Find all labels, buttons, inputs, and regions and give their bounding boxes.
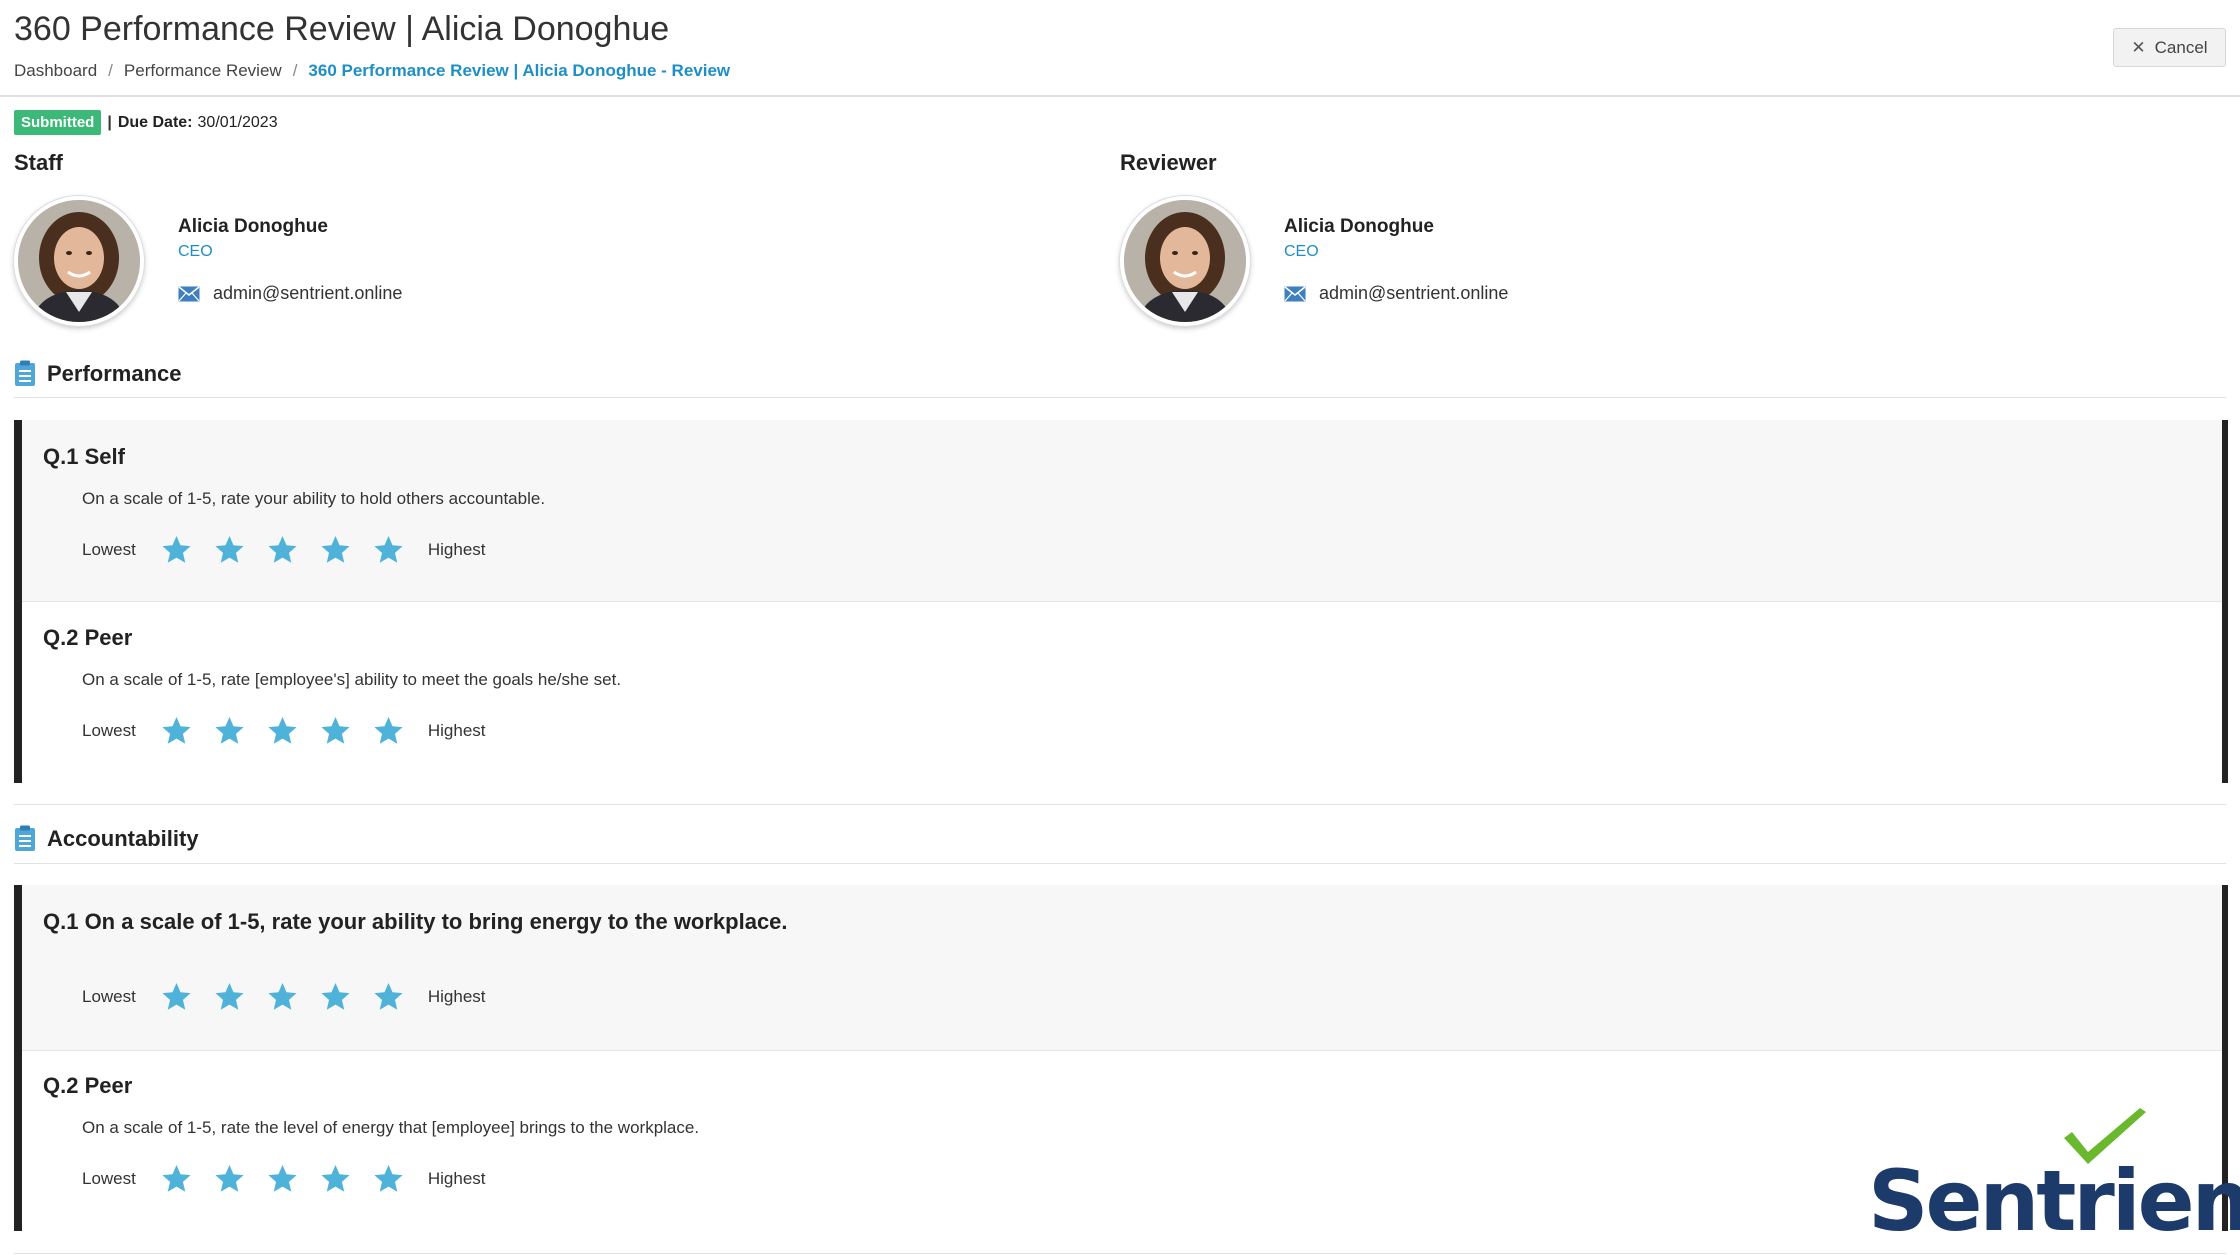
star-icon[interactable] — [373, 981, 404, 1012]
question-text: On a scale of 1-5, rate the level of ene… — [82, 1118, 700, 1137]
star-icon[interactable] — [214, 534, 245, 565]
star-icon[interactable] — [161, 715, 192, 746]
section-title-text: Accountability — [47, 825, 199, 851]
status-badge: Submitted — [14, 110, 102, 135]
star-icon[interactable] — [320, 981, 351, 1012]
star-icon[interactable] — [373, 1163, 404, 1194]
star-group — [161, 715, 404, 746]
star-icon[interactable] — [161, 981, 192, 1012]
question-card: Q.1 On a scale of 1-5, rate your ability… — [22, 885, 2222, 1050]
star-icon[interactable] — [161, 534, 192, 565]
question-title: Q.2 Peer — [43, 1073, 133, 1098]
section-performance-heading: Performance — [14, 360, 182, 387]
star-rating: Lowest Highest — [82, 715, 486, 746]
sentrient-logo: Sentrient — [1868, 1108, 2240, 1250]
clipboard-icon — [15, 825, 35, 851]
star-icon[interactable] — [320, 715, 351, 746]
reviewer-role: CEO — [1284, 243, 1319, 260]
star-icon[interactable] — [267, 715, 298, 746]
rating-low-label: Lowest — [82, 539, 136, 559]
star-icon[interactable] — [267, 981, 298, 1012]
star-icon[interactable] — [214, 981, 245, 1012]
star-group — [161, 1163, 404, 1194]
star-rating: Lowest Highest — [82, 981, 486, 1012]
star-group — [161, 534, 404, 565]
rating-high-label: Highest — [427, 986, 486, 1006]
question-title: Q.1 On a scale of 1-5, rate your ability… — [43, 909, 788, 934]
star-icon[interactable] — [214, 1163, 245, 1194]
star-rating: Lowest Highest — [82, 1163, 486, 1194]
star-icon[interactable] — [214, 715, 245, 746]
breadcrumb-separator: / — [292, 61, 298, 80]
star-icon[interactable] — [267, 534, 298, 565]
section-accountability-heading: Accountability — [14, 825, 199, 852]
page-title: 360 Performance Review | Alicia Donoghue — [14, 10, 670, 48]
question-card: Q.2 Peer On a scale of 1-5, rate [employ… — [22, 601, 2222, 783]
rating-high-label: Highest — [427, 1168, 486, 1188]
cancel-button[interactable]: ✕ Cancel — [2113, 28, 2226, 67]
question-title: Q.1 Self — [43, 444, 125, 469]
breadcrumb: Dashboard / Performance Review / 360 Perform… — [14, 61, 730, 81]
staff-heading: Staff — [14, 150, 63, 175]
breadcrumb-current: 360 Performance Review | Alicia Donoghue… — [308, 61, 731, 80]
page-header: 360 Performance Review | Alicia Donoghue… — [0, 0, 2240, 97]
divider — [14, 397, 2226, 398]
staff-avatar — [14, 196, 144, 326]
rating-low-label: Lowest — [82, 1168, 136, 1188]
mail-icon — [1284, 285, 1306, 301]
question-text: On a scale of 1-5, rate your ability to … — [82, 489, 546, 508]
staff-email-text: admin@sentrient.online — [213, 283, 403, 303]
star-icon[interactable] — [373, 534, 404, 565]
star-rating: Lowest Highest — [82, 534, 486, 565]
staff-name: Alicia Donoghue — [178, 216, 328, 237]
star-icon[interactable] — [320, 534, 351, 565]
staff-card: Staff Alicia Donoghue CEO admin@sentrien… — [14, 150, 714, 330]
logo-text: Sentrient — [1868, 1152, 2240, 1250]
star-icon[interactable] — [161, 1163, 192, 1194]
breadcrumb-separator: / — [108, 61, 113, 80]
rating-high-label: Highest — [427, 720, 486, 740]
section-title-text: Performance — [47, 360, 182, 386]
reviewer-name: Alicia Donoghue — [1284, 216, 1434, 237]
due-date-label: Due Date: — [117, 113, 193, 131]
mail-icon — [178, 285, 200, 301]
question-card: Q.1 Self On a scale of 1-5, rate your ab… — [22, 420, 2222, 601]
breadcrumb-performance-review[interactable]: Performance Review — [124, 61, 282, 80]
divider — [14, 804, 2226, 805]
due-date-value: 30/01/2023 — [197, 113, 278, 131]
reviewer-avatar — [1120, 196, 1250, 326]
star-group — [161, 981, 404, 1012]
question-group-performance: Q.1 Self On a scale of 1-5, rate your ab… — [14, 420, 2228, 783]
question-text: On a scale of 1-5, rate [employee's] abi… — [82, 670, 622, 689]
reviewer-card: Reviewer Alicia Donoghue CEO admin@sentr… — [1120, 150, 1820, 330]
reviewer-email: admin@sentrient.online — [1284, 283, 1508, 304]
breadcrumb-dashboard[interactable]: Dashboard — [14, 61, 97, 80]
status-row: Submitted | Due Date: 30/01/2023 — [14, 110, 278, 135]
reviewer-email-text: admin@sentrient.online — [1319, 283, 1509, 303]
staff-role: CEO — [178, 243, 213, 260]
divider — [14, 863, 2226, 864]
close-icon: ✕ — [2131, 37, 2146, 57]
star-icon[interactable] — [373, 715, 404, 746]
star-icon[interactable] — [320, 1163, 351, 1194]
question-title: Q.2 Peer — [43, 625, 133, 650]
rating-low-label: Lowest — [82, 986, 136, 1006]
status-separator: | — [107, 113, 112, 131]
reviewer-heading: Reviewer — [1120, 150, 1217, 175]
rating-high-label: Highest — [427, 539, 486, 559]
divider — [14, 1253, 2226, 1254]
cancel-label: Cancel — [2154, 37, 2208, 57]
star-icon[interactable] — [267, 1163, 298, 1194]
rating-low-label: Lowest — [82, 720, 136, 740]
staff-email: admin@sentrient.online — [178, 283, 402, 304]
clipboard-icon — [15, 360, 35, 386]
